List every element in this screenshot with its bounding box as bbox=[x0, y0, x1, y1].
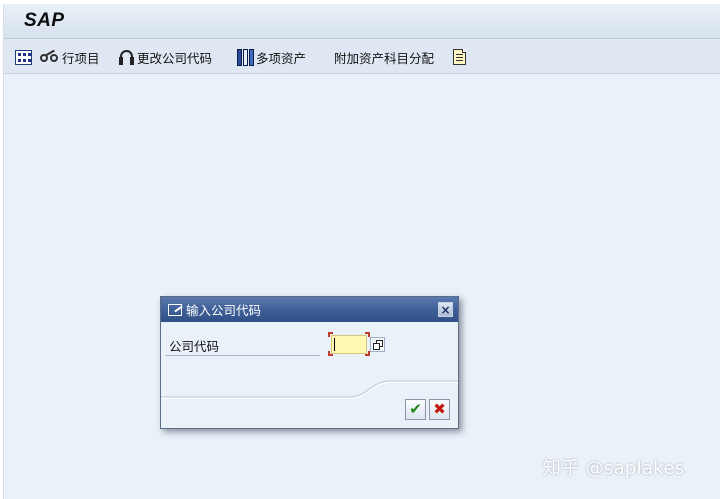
cancel-icon: ✖ bbox=[433, 400, 446, 418]
company-code-label: 公司代码 bbox=[169, 339, 220, 354]
glasses-icon bbox=[40, 49, 60, 64]
company-code-input[interactable] bbox=[331, 335, 367, 354]
focus-corner bbox=[328, 332, 333, 337]
label-underline bbox=[165, 355, 320, 356]
sap-logo: SAP bbox=[24, 10, 65, 31]
sap-window: SAP 行项目 更改公司代码 多项资产 附加资产科目分配 输入公司代码 × 公司… bbox=[3, 4, 720, 499]
close-icon: × bbox=[440, 302, 451, 317]
line-items-label: 行项目 bbox=[62, 50, 100, 66]
confirm-button[interactable]: ✔ bbox=[405, 399, 426, 420]
dialog-title: 输入公司代码 bbox=[186, 303, 262, 318]
check-icon: ✔ bbox=[409, 400, 422, 418]
application-toolbar: 行项目 更改公司代码 多项资产 附加资产科目分配 bbox=[4, 39, 720, 74]
cancel-button[interactable]: ✖ bbox=[429, 399, 450, 420]
focus-corner bbox=[328, 351, 333, 356]
multiple-assets-label: 多项资产 bbox=[256, 50, 307, 66]
document-icon bbox=[453, 49, 466, 65]
title-bar: SAP bbox=[4, 4, 720, 39]
line-items-button[interactable]: 行项目 bbox=[40, 47, 100, 67]
change-company-code-button[interactable]: 更改公司代码 bbox=[118, 47, 212, 67]
grid-toolbar-button[interactable] bbox=[15, 47, 37, 67]
enter-company-code-dialog: 输入公司代码 × 公司代码 ✔ ✖ bbox=[160, 296, 459, 429]
books-icon bbox=[237, 48, 255, 66]
watermark: 知乎 @saplakes bbox=[543, 458, 685, 479]
edit-icon bbox=[168, 303, 183, 316]
dialog-close-button[interactable]: × bbox=[438, 302, 453, 317]
multiple-assets-button[interactable]: 多项资产 bbox=[237, 47, 306, 67]
grid-icon bbox=[15, 49, 32, 65]
dialog-title-bar: 输入公司代码 × bbox=[161, 297, 458, 322]
dialog-separator-curve bbox=[161, 380, 458, 399]
headset-icon bbox=[118, 49, 135, 66]
text-cursor bbox=[334, 338, 335, 351]
document-toolbar-button[interactable] bbox=[453, 47, 466, 67]
change-company-code-label: 更改公司代码 bbox=[137, 50, 213, 66]
f4-help-button[interactable] bbox=[370, 337, 385, 352]
additional-account-assignment-label: 附加资产科目分配 bbox=[334, 50, 435, 66]
additional-account-assignment-button[interactable]: 附加资产科目分配 bbox=[334, 47, 434, 67]
